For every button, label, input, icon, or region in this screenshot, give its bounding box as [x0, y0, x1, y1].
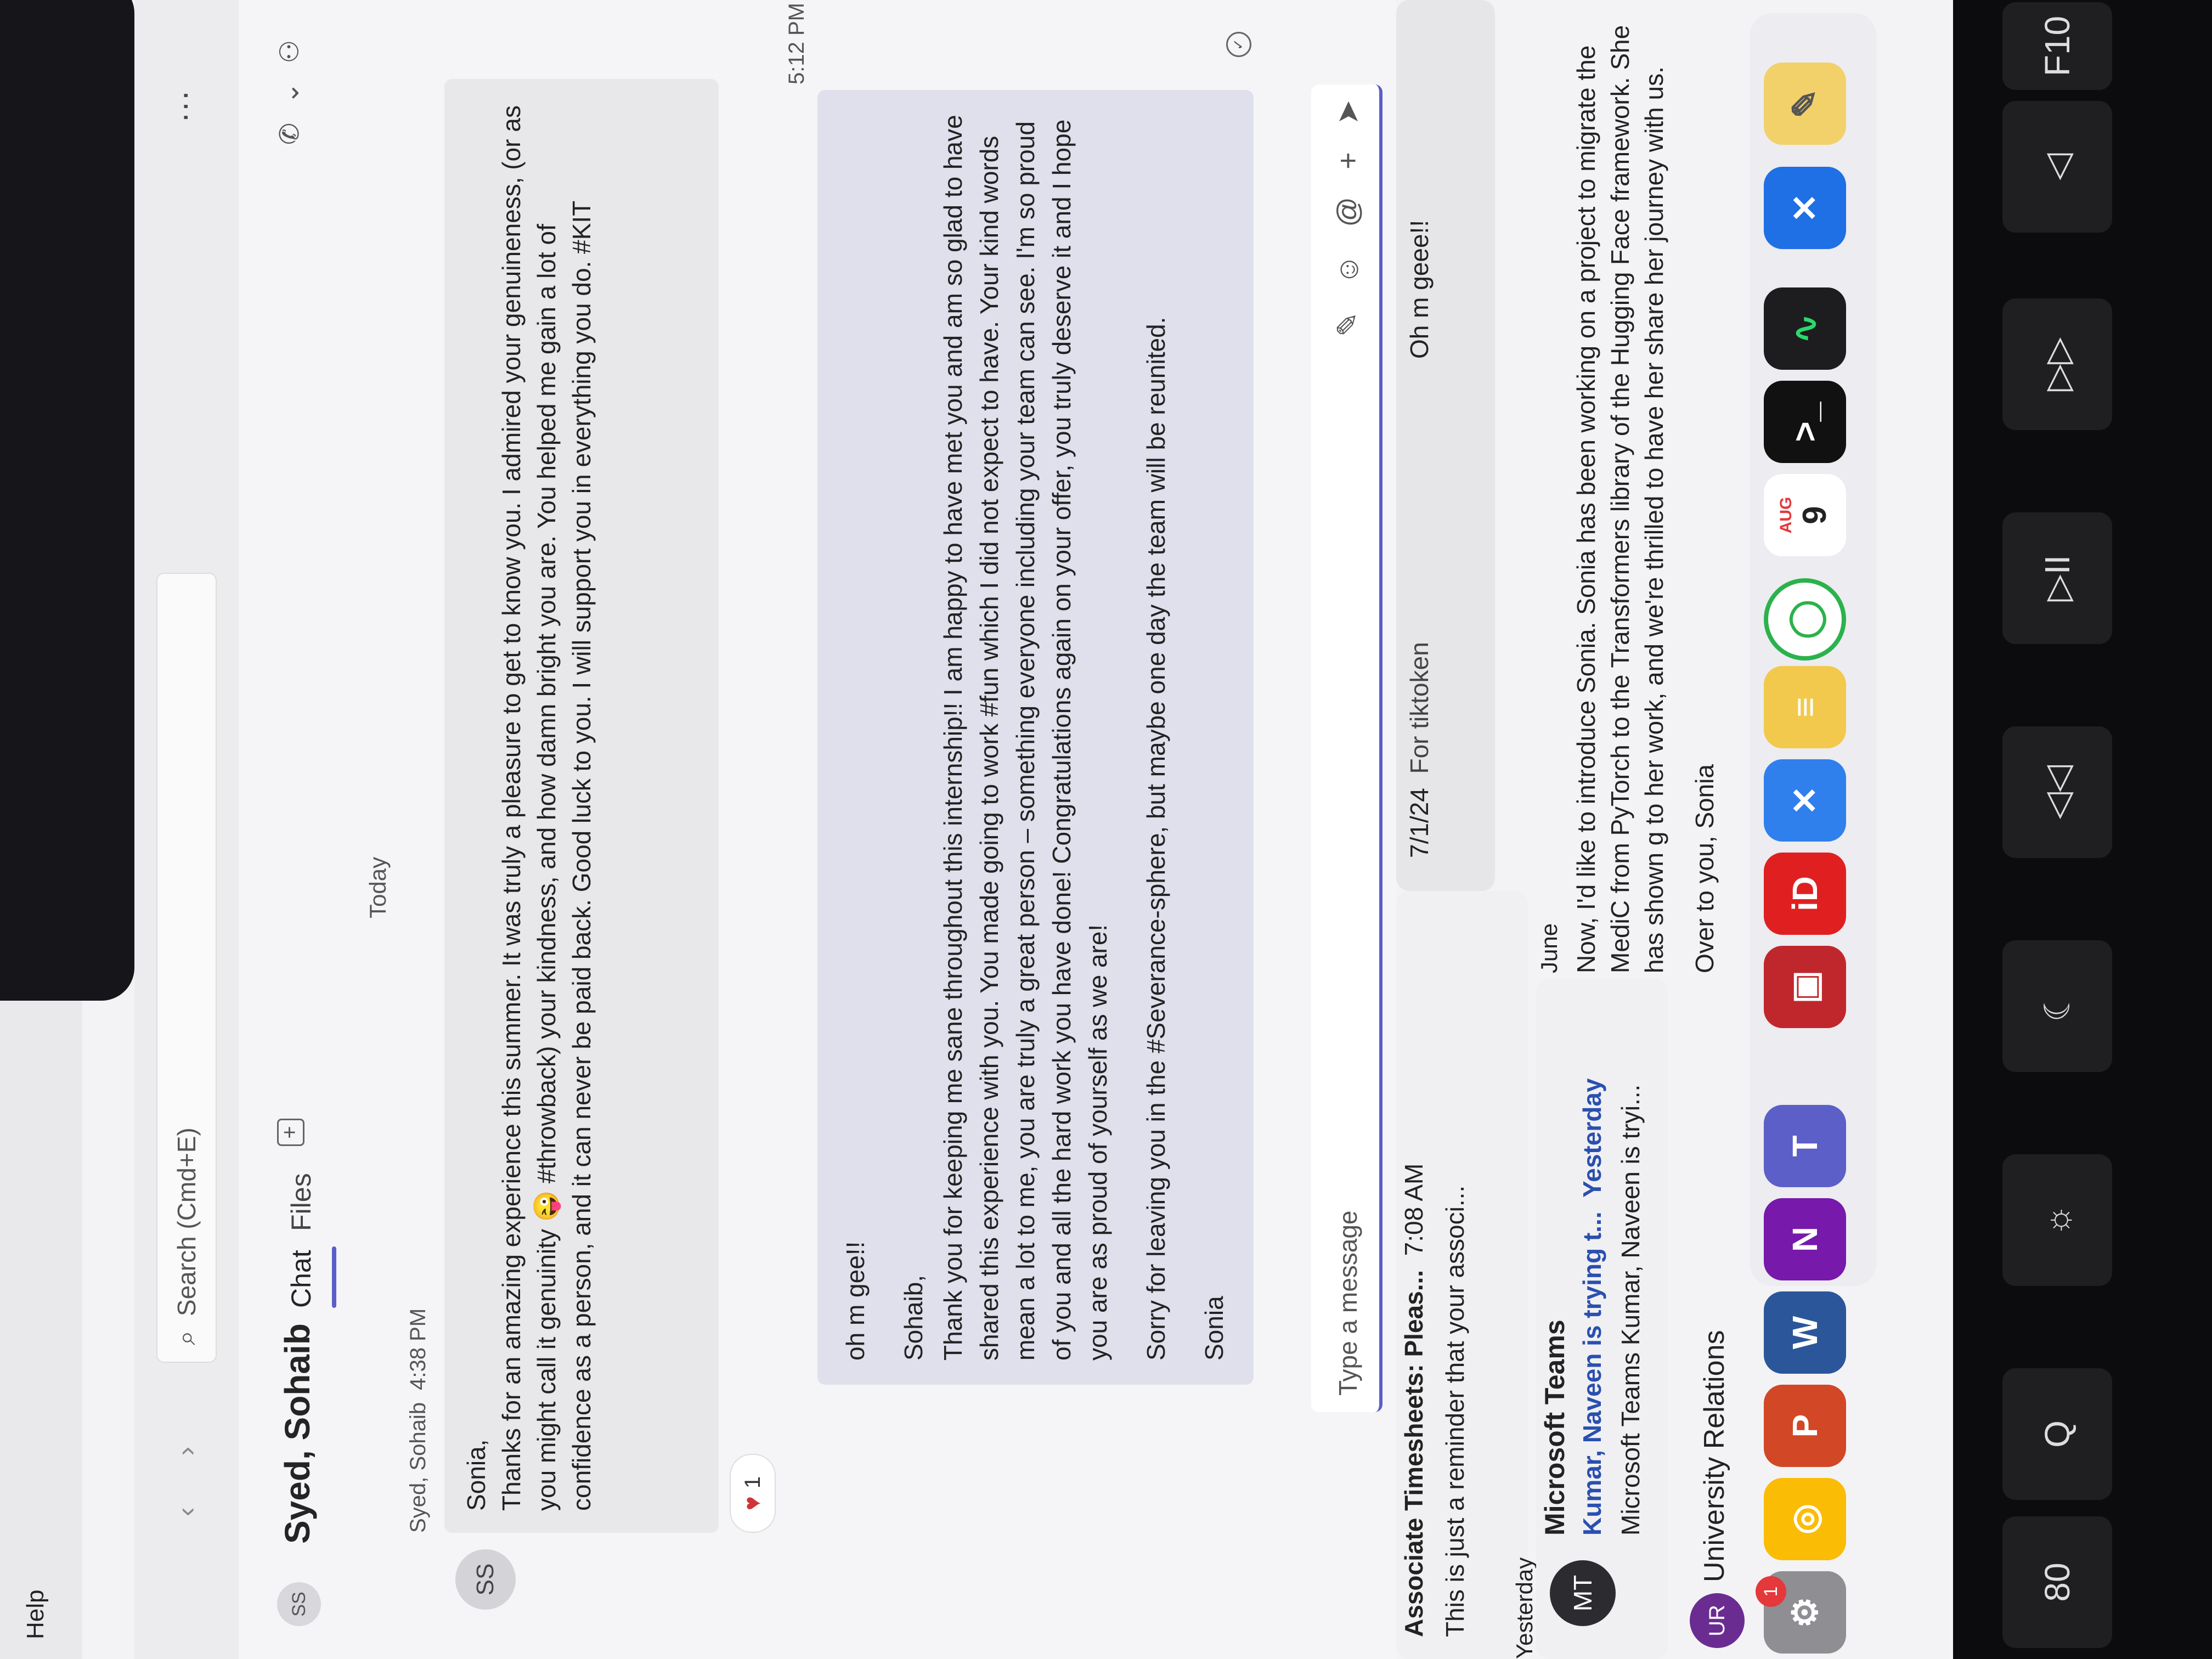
- day-divider: Today: [365, 856, 391, 918]
- call-icon[interactable]: ✆: [275, 104, 304, 145]
- read-receipt-icon: ✓: [1226, 32, 1251, 57]
- message-paragraph: Sonia: [1200, 1296, 1228, 1361]
- notification-title: Associate Timesheets: Pleas... 7:08 AM: [1400, 1163, 1428, 1637]
- notification-body: Microsoft Teams Kumar, Naveen is tryi...: [1616, 1084, 1645, 1536]
- message-sender: Syed, Sohaib 4:38 PM: [406, 1308, 431, 1533]
- message-paragraph: Sorry for leaving you in the #Severance-…: [1142, 317, 1170, 1361]
- people-icon[interactable]: ⚇: [275, 21, 304, 64]
- menu-help[interactable]: Help: [22, 1590, 49, 1640]
- key[interactable]: ☼: [2002, 1154, 2112, 1286]
- chevron-down-icon[interactable]: ⌄: [275, 64, 304, 104]
- message-time: 5:12 PM: [785, 3, 809, 84]
- message-paragraph: Sohaib,: [899, 1274, 928, 1361]
- key[interactable]: ☾: [2002, 940, 2112, 1072]
- notification-body: This is just a reminder that your associ…: [1441, 1185, 1469, 1637]
- emoji-icon[interactable]: ☺: [1331, 227, 1364, 285]
- search-placeholder: Search (Cmd+E): [172, 1127, 201, 1317]
- photo-booth-icon[interactable]: ▣: [1764, 946, 1846, 1028]
- calendar-icon[interactable]: AUG 9: [1764, 474, 1846, 556]
- key[interactable]: ◁◁: [2002, 726, 2112, 858]
- search-box[interactable]: ⌕ Search (Cmd+E): [156, 573, 217, 1363]
- avatar[interactable]: SS: [455, 1549, 516, 1610]
- avatar: MT: [1550, 1560, 1616, 1626]
- sender-name: Syed, Sohaib: [406, 1402, 430, 1533]
- notes-icon[interactable]: ≡: [1764, 666, 1846, 748]
- message-time: 4:38 PM: [406, 1308, 430, 1390]
- key[interactable]: ▷II: [2002, 512, 2112, 644]
- composer-actions[interactable]: ✎☺@+➤: [1330, 72, 1365, 337]
- calendar-day: 9: [1796, 506, 1833, 524]
- activity-monitor-icon[interactable]: ∿: [1764, 287, 1846, 370]
- reaction-count: 1: [740, 1476, 765, 1489]
- notification-subtitle: Kumar, Naveen is trying t... Yesterday: [1578, 1078, 1606, 1536]
- notification-body: 7/1/24 For tiktoken: [1405, 642, 1434, 858]
- notification-reply: Oh m geee!!: [1405, 219, 1434, 359]
- format-icon[interactable]: ✎: [1331, 285, 1364, 337]
- activity-icon[interactable]: ◯: [1764, 578, 1846, 661]
- key[interactable]: ▷▷: [2002, 298, 2112, 430]
- word-icon[interactable]: W: [1764, 1291, 1846, 1374]
- header-actions[interactable]: ✆⌄⚇: [274, 21, 305, 145]
- chat-title[interactable]: Syed, Sohaib: [277, 1323, 318, 1544]
- notification-group-label: Yesterday: [1511, 1557, 1537, 1659]
- notification-body: Now, I'd like to introduce Sonia. Sonia …: [1572, 25, 1668, 973]
- message-paragraph: Thank you for keeping me sane throughout…: [939, 115, 1112, 1361]
- attach-icon[interactable]: +: [1331, 125, 1364, 170]
- id-app-icon[interactable]: iD: [1764, 853, 1846, 935]
- vscode-icon[interactable]: ✕: [1764, 759, 1846, 842]
- camera-notch: [0, 0, 134, 1001]
- avatar: UR: [1690, 1593, 1745, 1648]
- avatar[interactable]: SS: [277, 1582, 321, 1626]
- key[interactable]: F10: [2002, 2, 2112, 90]
- notification-badge: 1: [1756, 1576, 1786, 1607]
- powerpoint-icon[interactable]: P: [1764, 1385, 1846, 1467]
- key[interactable]: Q: [2002, 1368, 2112, 1500]
- send-icon[interactable]: ➤: [1331, 72, 1364, 125]
- notification-title: Microsoft Teams: [1539, 1319, 1570, 1536]
- tab-chat[interactable]: Chat: [285, 1250, 317, 1308]
- teams-icon[interactable]: T: [1764, 1105, 1846, 1187]
- xcode-icon[interactable]: ✕: [1764, 167, 1846, 249]
- key[interactable]: 80: [2002, 1516, 2112, 1648]
- reaction-badge[interactable]: ♥ 1: [730, 1454, 776, 1533]
- notification-group-label: June: [1536, 923, 1562, 973]
- calendar-month: AUG: [1776, 496, 1795, 534]
- message-paragraph: oh m gee!!: [841, 1241, 870, 1361]
- incoming-message[interactable]: Sonia, Thanks for an amazing experience …: [444, 79, 719, 1533]
- nav-arrows[interactable]: ‹ ›: [170, 1425, 202, 1516]
- mention-icon[interactable]: @: [1331, 170, 1364, 227]
- rotated-screen: Help ▣ ☁ ◉ ✺ ⚿ ▮ ‹ › ⌕ Search (Cmd+E) ··…: [0, 0, 2212, 1659]
- notification-more: Over to you, Sonia: [1690, 764, 1719, 973]
- key[interactable]: ◁: [2002, 101, 2112, 233]
- active-tab-indicator: [332, 1246, 336, 1308]
- screen-photo: Help ▣ ☁ ◉ ✺ ⚿ ▮ ‹ › ⌕ Search (Cmd+E) ··…: [0, 0, 2212, 1659]
- message-line: Thanks for an amazing experience this su…: [497, 105, 596, 1511]
- search-icon: ⌕: [172, 1330, 201, 1345]
- more-options-icon[interactable]: ···: [165, 90, 202, 123]
- terminal-icon[interactable]: >_: [1764, 381, 1846, 463]
- onenote-icon[interactable]: N: [1764, 1198, 1846, 1280]
- preview-icon[interactable]: ✎: [1764, 63, 1846, 145]
- message-line: Sonia,: [462, 1439, 490, 1511]
- composer-input[interactable]: Type a message: [1333, 1210, 1363, 1396]
- chrome-icon[interactable]: ◎: [1764, 1478, 1846, 1560]
- tab-files[interactable]: Files: [285, 1173, 317, 1231]
- heart-icon: ♥: [739, 1496, 766, 1511]
- notification-title: University Relations: [1699, 1330, 1730, 1583]
- add-tab-button[interactable]: +: [277, 1119, 304, 1146]
- outgoing-message[interactable]: oh m gee!! Sohaib, Thank you for keeping…: [817, 90, 1254, 1385]
